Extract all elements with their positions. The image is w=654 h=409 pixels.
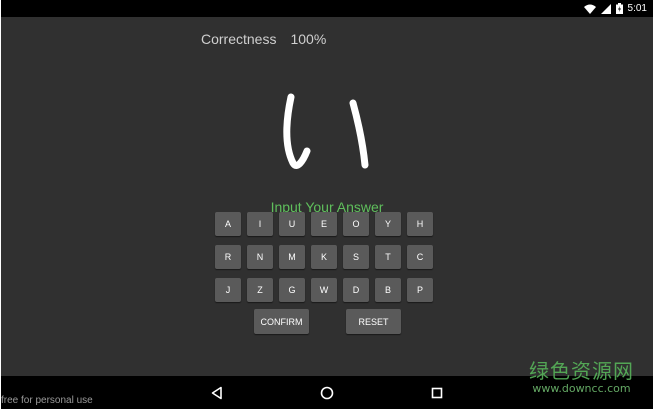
recent-apps-icon	[431, 387, 443, 399]
back-icon	[211, 386, 222, 400]
key-h[interactable]: H	[407, 212, 433, 236]
key-g[interactable]: G	[279, 278, 305, 302]
romaji-keyboard: A I U E O Y H R N M K S T C J Z G W D B …	[215, 212, 439, 311]
correctness-value: 100%	[290, 31, 327, 47]
key-i[interactable]: I	[247, 212, 273, 236]
keyboard-row-3: J Z G W D B P	[215, 278, 439, 302]
key-m[interactable]: M	[279, 245, 305, 269]
signal-icon	[600, 3, 611, 14]
key-d[interactable]: D	[343, 278, 369, 302]
status-time: 5:01	[627, 3, 647, 14]
key-s[interactable]: S	[343, 245, 369, 269]
kana-character-display	[271, 85, 381, 185]
key-b[interactable]: B	[375, 278, 401, 302]
key-r[interactable]: R	[215, 245, 241, 269]
keyboard-row-2: R N M K S T C	[215, 245, 439, 269]
watermark-text: free for personal use	[1, 395, 93, 406]
reset-button[interactable]: RESET	[346, 309, 401, 334]
key-z[interactable]: Z	[247, 278, 273, 302]
home-icon	[320, 386, 334, 400]
key-t[interactable]: T	[375, 245, 401, 269]
wifi-icon	[583, 4, 596, 14]
key-e[interactable]: E	[311, 212, 337, 236]
back-button[interactable]	[209, 385, 225, 401]
status-bar: 5:01	[1, 0, 653, 17]
watermark-logo-url: www.downcc.com	[532, 382, 631, 395]
correctness-indicator: Correctness 100%	[201, 31, 326, 47]
key-p[interactable]: P	[407, 278, 433, 302]
kana-glyph	[283, 93, 369, 169]
app-screen: 5:01 Correctness 100% Input Your Answer A…	[1, 0, 653, 409]
recent-apps-button[interactable]	[429, 385, 445, 401]
key-j[interactable]: J	[215, 278, 241, 302]
key-k[interactable]: K	[311, 245, 337, 269]
key-w[interactable]: W	[311, 278, 337, 302]
status-icons: 5:01	[583, 2, 647, 15]
key-u[interactable]: U	[279, 212, 305, 236]
key-n[interactable]: N	[247, 245, 273, 269]
key-c[interactable]: C	[407, 245, 433, 269]
confirm-button[interactable]: CONFIRM	[254, 309, 309, 334]
watermark-logo-text: 绿色资源网	[529, 359, 634, 383]
action-row: CONFIRM RESET	[254, 309, 404, 335]
keyboard-row-1: A I U E O Y H	[215, 212, 439, 236]
home-button[interactable]	[319, 385, 335, 401]
correctness-label: Correctness	[201, 31, 277, 47]
key-a[interactable]: A	[215, 212, 241, 236]
watermark-logo: 绿色资源网 www.downcc.com	[529, 355, 634, 395]
battery-icon	[615, 3, 623, 14]
key-y[interactable]: Y	[375, 212, 401, 236]
key-o[interactable]: O	[343, 212, 369, 236]
